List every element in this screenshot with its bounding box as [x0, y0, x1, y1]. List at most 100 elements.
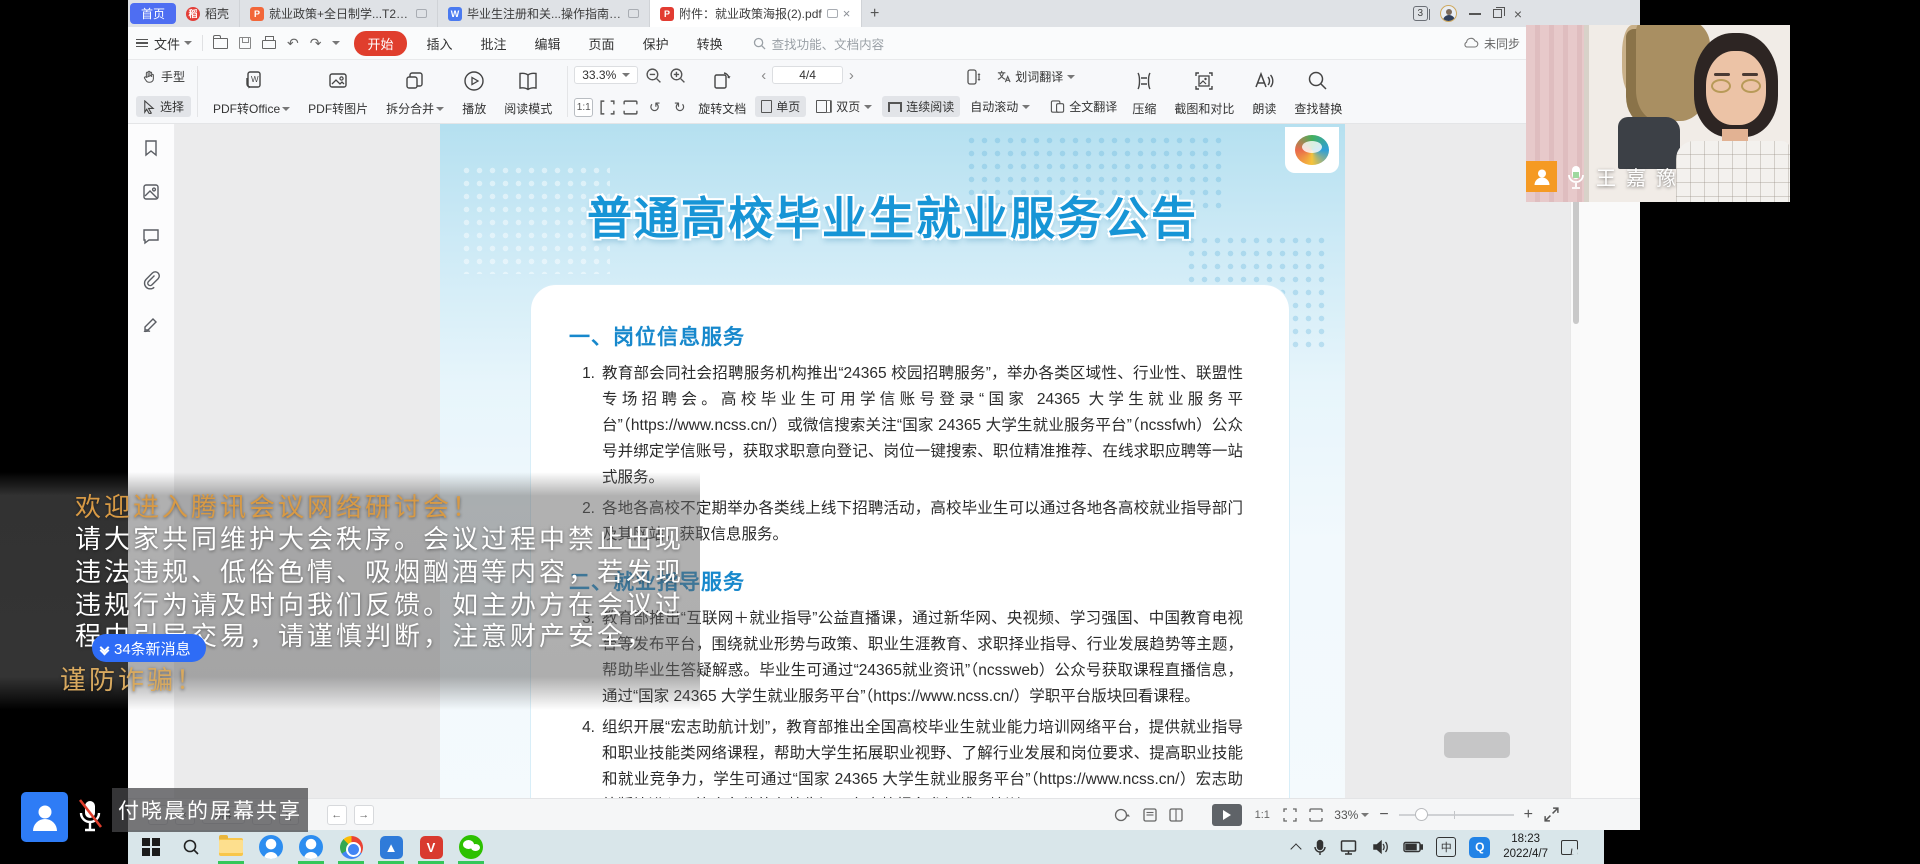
background-color-icon[interactable]	[1114, 807, 1132, 823]
rotate-right-icon[interactable]: ↻	[670, 98, 689, 117]
taskbar-search-button[interactable]	[171, 830, 211, 864]
full-translate-button[interactable]: 全文翻译	[1044, 96, 1123, 117]
fit-page-icon[interactable]	[599, 99, 616, 116]
fit-width-icon[interactable]	[622, 99, 639, 116]
statusbar-zoom-value[interactable]: 33%	[1334, 808, 1369, 822]
tab-pdf-active[interactable]: P 附件：就业政策海报(2).pdf ×	[650, 0, 862, 27]
fit-page-icon[interactable]	[1282, 807, 1298, 823]
zoom-in-icon[interactable]	[669, 67, 686, 84]
double-page-button[interactable]: 双页	[810, 96, 878, 117]
screenshot-compare-button[interactable]: 截图和对比	[1165, 64, 1243, 119]
comment-icon[interactable]	[141, 226, 161, 246]
tab-docer[interactable]: 稻 稻壳	[176, 0, 240, 27]
continuous-read-button[interactable]: 连续阅读	[882, 96, 960, 117]
search-input[interactable]: 查找功能、文档内容	[753, 34, 885, 53]
close-button[interactable]: ×	[1514, 7, 1522, 21]
menu-protect[interactable]: 保护	[629, 34, 683, 53]
taskbar-clock[interactable]: 18:23 2022/4/7	[1503, 832, 1548, 862]
zoom-level-select[interactable]: 33.3%	[574, 66, 638, 84]
play-button[interactable]: 播放	[453, 64, 495, 119]
undo-icon[interactable]: ↶	[287, 36, 299, 50]
read-aloud-button[interactable]: 朗读	[1243, 64, 1285, 119]
bookmark-icon[interactable]	[141, 138, 161, 158]
attachment-icon[interactable]	[141, 270, 161, 290]
speaker-icon[interactable]	[1372, 839, 1390, 855]
zoom-in-button[interactable]: +	[1524, 806, 1533, 824]
chrome-button[interactable]	[331, 830, 371, 864]
select-tool-button[interactable]: 选择	[136, 96, 191, 117]
zoom-out-icon[interactable]	[645, 67, 662, 84]
page-layout-icon[interactable]	[1142, 807, 1158, 823]
actual-size-button[interactable]: 1:1	[1252, 805, 1272, 825]
tab-close-icon[interactable]: ×	[843, 6, 851, 21]
new-tab-button[interactable]: +	[870, 5, 879, 23]
wps-cloud-button[interactable]: ▲	[371, 830, 411, 864]
prev-page-button[interactable]: ‹	[755, 67, 772, 84]
tab-presentation[interactable]: P 就业政策+全日制学...T2022.4.7	[240, 0, 438, 27]
word-translate-button[interactable]: 划词翻译	[990, 66, 1081, 87]
action-center-icon[interactable]	[1561, 840, 1578, 855]
tab-home[interactable]: 首页	[130, 3, 176, 24]
image-icon[interactable]	[141, 182, 161, 202]
pdf-to-office-button[interactable]: W PDF转Office	[204, 64, 299, 119]
page-indicator[interactable]: 4/4	[772, 66, 843, 84]
microphone-icon[interactable]	[1313, 839, 1327, 856]
sync-status[interactable]: 未同步	[1463, 35, 1520, 52]
auto-scroll-icon[interactable]	[964, 68, 982, 86]
meeting-tray-icon[interactable]: Q	[1469, 837, 1490, 858]
menu-annotate[interactable]: 批注	[467, 34, 521, 53]
actual-size-button[interactable]: 1:1	[574, 98, 593, 117]
save-icon[interactable]	[239, 37, 251, 49]
account-avatar[interactable]	[1440, 5, 1457, 22]
compress-button[interactable]: 压缩	[1123, 64, 1165, 119]
hamburger-icon[interactable]	[136, 39, 148, 48]
tab-count-badge[interactable]: 3	[1413, 6, 1428, 21]
open-icon[interactable]	[213, 38, 228, 49]
zoom-out-button[interactable]: −	[1379, 806, 1388, 824]
signature-icon[interactable]	[141, 314, 161, 334]
battery-icon[interactable]	[1403, 841, 1423, 853]
wechat-button[interactable]	[451, 830, 491, 864]
restore-button[interactable]	[1493, 9, 1502, 18]
file-explorer-button[interactable]	[211, 830, 251, 864]
hand-tool-button[interactable]: 手型	[136, 66, 191, 87]
rotate-left-icon[interactable]: ↺	[645, 98, 664, 117]
redo-icon[interactable]: ↷	[310, 36, 322, 50]
tab-document[interactable]: W 毕业生注册和关...操作指南(2)	[438, 0, 650, 27]
pdf-to-image-button[interactable]: PDF转图片	[299, 64, 377, 119]
menu-insert[interactable]: 插入	[413, 34, 467, 53]
more-icon[interactable]	[332, 41, 340, 45]
wps-office-button[interactable]: V	[411, 830, 451, 864]
menu-page[interactable]: 页面	[575, 34, 629, 53]
next-page-button[interactable]: ›	[843, 67, 860, 84]
fullscreen-icon[interactable]	[1543, 806, 1560, 823]
find-replace-button[interactable]: 查找替换	[1285, 64, 1351, 119]
menu-convert[interactable]: 转换	[683, 34, 737, 53]
meeting-app-button[interactable]	[251, 830, 291, 864]
zoom-slider[interactable]	[1399, 814, 1514, 816]
book-view-icon[interactable]	[1168, 807, 1184, 823]
webcam-video[interactable]: 王嘉豫	[1526, 25, 1790, 202]
start-button[interactable]	[131, 830, 171, 864]
menu-file[interactable]: 文件	[154, 34, 192, 53]
new-messages-button[interactable]: 34条新消息	[92, 634, 206, 662]
menu-edit[interactable]: 编辑	[521, 34, 575, 53]
rotate-doc-button[interactable]: 旋转文档	[689, 64, 755, 119]
minimize-button[interactable]	[1469, 13, 1481, 15]
tray-expand-icon[interactable]	[1291, 843, 1302, 854]
slideshow-button[interactable]	[1212, 804, 1242, 826]
back-view-button[interactable]: ←	[327, 805, 347, 825]
zoom-slider-knob[interactable]	[1415, 808, 1428, 821]
read-mode-button[interactable]: 阅读模式	[495, 64, 561, 119]
sharer-avatar[interactable]	[21, 792, 68, 842]
single-page-button[interactable]: 单页	[755, 96, 806, 117]
fit-width-icon[interactable]	[1308, 807, 1324, 823]
auto-scroll-button[interactable]: 自动滚动	[964, 96, 1036, 117]
split-merge-button[interactable]: 拆分合并	[377, 64, 453, 119]
menu-start[interactable]: 开始	[354, 31, 406, 56]
input-method-icon[interactable]: 中	[1436, 837, 1456, 857]
print-icon[interactable]	[262, 40, 276, 49]
muted-mic-icon[interactable]	[74, 797, 106, 838]
display-icon[interactable]	[1340, 839, 1359, 855]
meeting-app-button-2[interactable]	[291, 830, 331, 864]
